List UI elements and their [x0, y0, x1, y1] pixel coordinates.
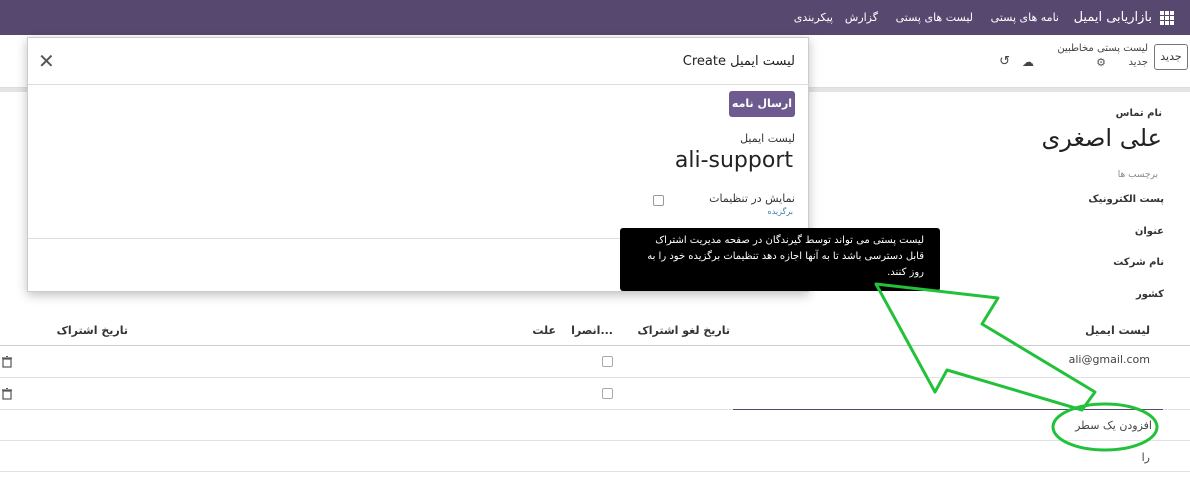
mailing-list-label: لیست ایمیل: [740, 132, 795, 145]
preferences-sublabel: برگزیده: [767, 207, 793, 216]
send-mailing-button[interactable]: ارسال نامه: [729, 91, 795, 117]
menu-reporting[interactable]: گزارش: [845, 11, 878, 24]
col-reason[interactable]: علت: [532, 324, 556, 337]
opt-out-checkbox[interactable]: [602, 356, 613, 367]
opt-out-checkbox[interactable]: [602, 388, 613, 399]
contact-name-label: نام تماس: [1115, 108, 1162, 119]
add-line-link[interactable]: افزودن یک سطر: [1075, 419, 1152, 432]
menu-configuration[interactable]: پیکربندی: [794, 11, 833, 24]
col-sub-date[interactable]: تاریخ اشتراک: [57, 324, 128, 337]
truncated-text: را: [1141, 451, 1150, 464]
show-in-preferences-label: نمایش در تنظیمات: [709, 192, 795, 205]
col-unsub-date[interactable]: تاریخ لغو اشتراک: [637, 324, 730, 337]
row-divider: [0, 471, 1190, 472]
table-row[interactable]: ali@gmail.com: [0, 346, 1190, 378]
country-label: کشور: [1135, 289, 1164, 300]
menu-mailings[interactable]: نامه های پستی: [991, 11, 1059, 24]
new-button[interactable]: جدید: [1154, 44, 1188, 70]
apps-grid-icon[interactable]: [1160, 11, 1174, 25]
trash-icon[interactable]: [2, 388, 12, 400]
company-label: نام شرکت: [1113, 257, 1164, 268]
save-cloud-icon[interactable]: ☁: [1022, 55, 1034, 69]
menu-mailing-lists[interactable]: لیست های پستی: [896, 11, 973, 24]
row-divider: [0, 440, 1190, 441]
row-mailing-list[interactable]: ali@gmail.com: [1069, 353, 1150, 366]
help-tooltip: لیست پستی می تواند توسط گیرندگان در صفحه…: [620, 228, 940, 291]
top-navbar: بازاریابی ایمیل نامه های پستی لیست های پ…: [0, 0, 1190, 35]
tooltip-line: روز کنند.: [887, 267, 924, 278]
show-in-preferences-checkbox[interactable]: [653, 195, 664, 206]
active-field-underline: [733, 409, 1163, 410]
close-icon[interactable]: ✕: [38, 51, 55, 71]
col-mailing-list[interactable]: لیست ایمیل: [1085, 324, 1150, 337]
trash-icon[interactable]: [2, 356, 12, 368]
title-label: عنوان: [1134, 226, 1164, 237]
discard-undo-icon[interactable]: ↺: [999, 54, 1010, 69]
tooltip-line: لیست پستی می تواند توسط گیرندگان در صفحه…: [655, 235, 924, 246]
subscriptions-table-header: لیست ایمیل تاریخ لغو اشتراک انصرا... علت…: [0, 322, 1190, 346]
table-row[interactable]: [0, 378, 1190, 410]
app-name[interactable]: بازاریابی ایمیل: [1074, 10, 1152, 25]
mailing-list-name-field[interactable]: ali-support: [675, 148, 793, 173]
tags-field[interactable]: برچسب ها: [1118, 170, 1158, 180]
email-label: پست الکترونیک: [1088, 194, 1164, 205]
gear-icon[interactable]: ⚙: [1096, 56, 1106, 69]
header-divider: [28, 84, 810, 85]
contact-name-field[interactable]: علی اصغری: [1041, 124, 1162, 152]
breadcrumb-current: جدید: [1128, 57, 1148, 68]
col-opt-out[interactable]: انصرا...: [571, 324, 613, 337]
tooltip-line: قابل دسترسی باشد تا به آنها اجازه دهد تن…: [647, 251, 924, 262]
breadcrumb-title[interactable]: لیست پستی مخاطبین: [1057, 43, 1148, 54]
dialog-title: Create لیست ایمیل: [682, 54, 795, 69]
